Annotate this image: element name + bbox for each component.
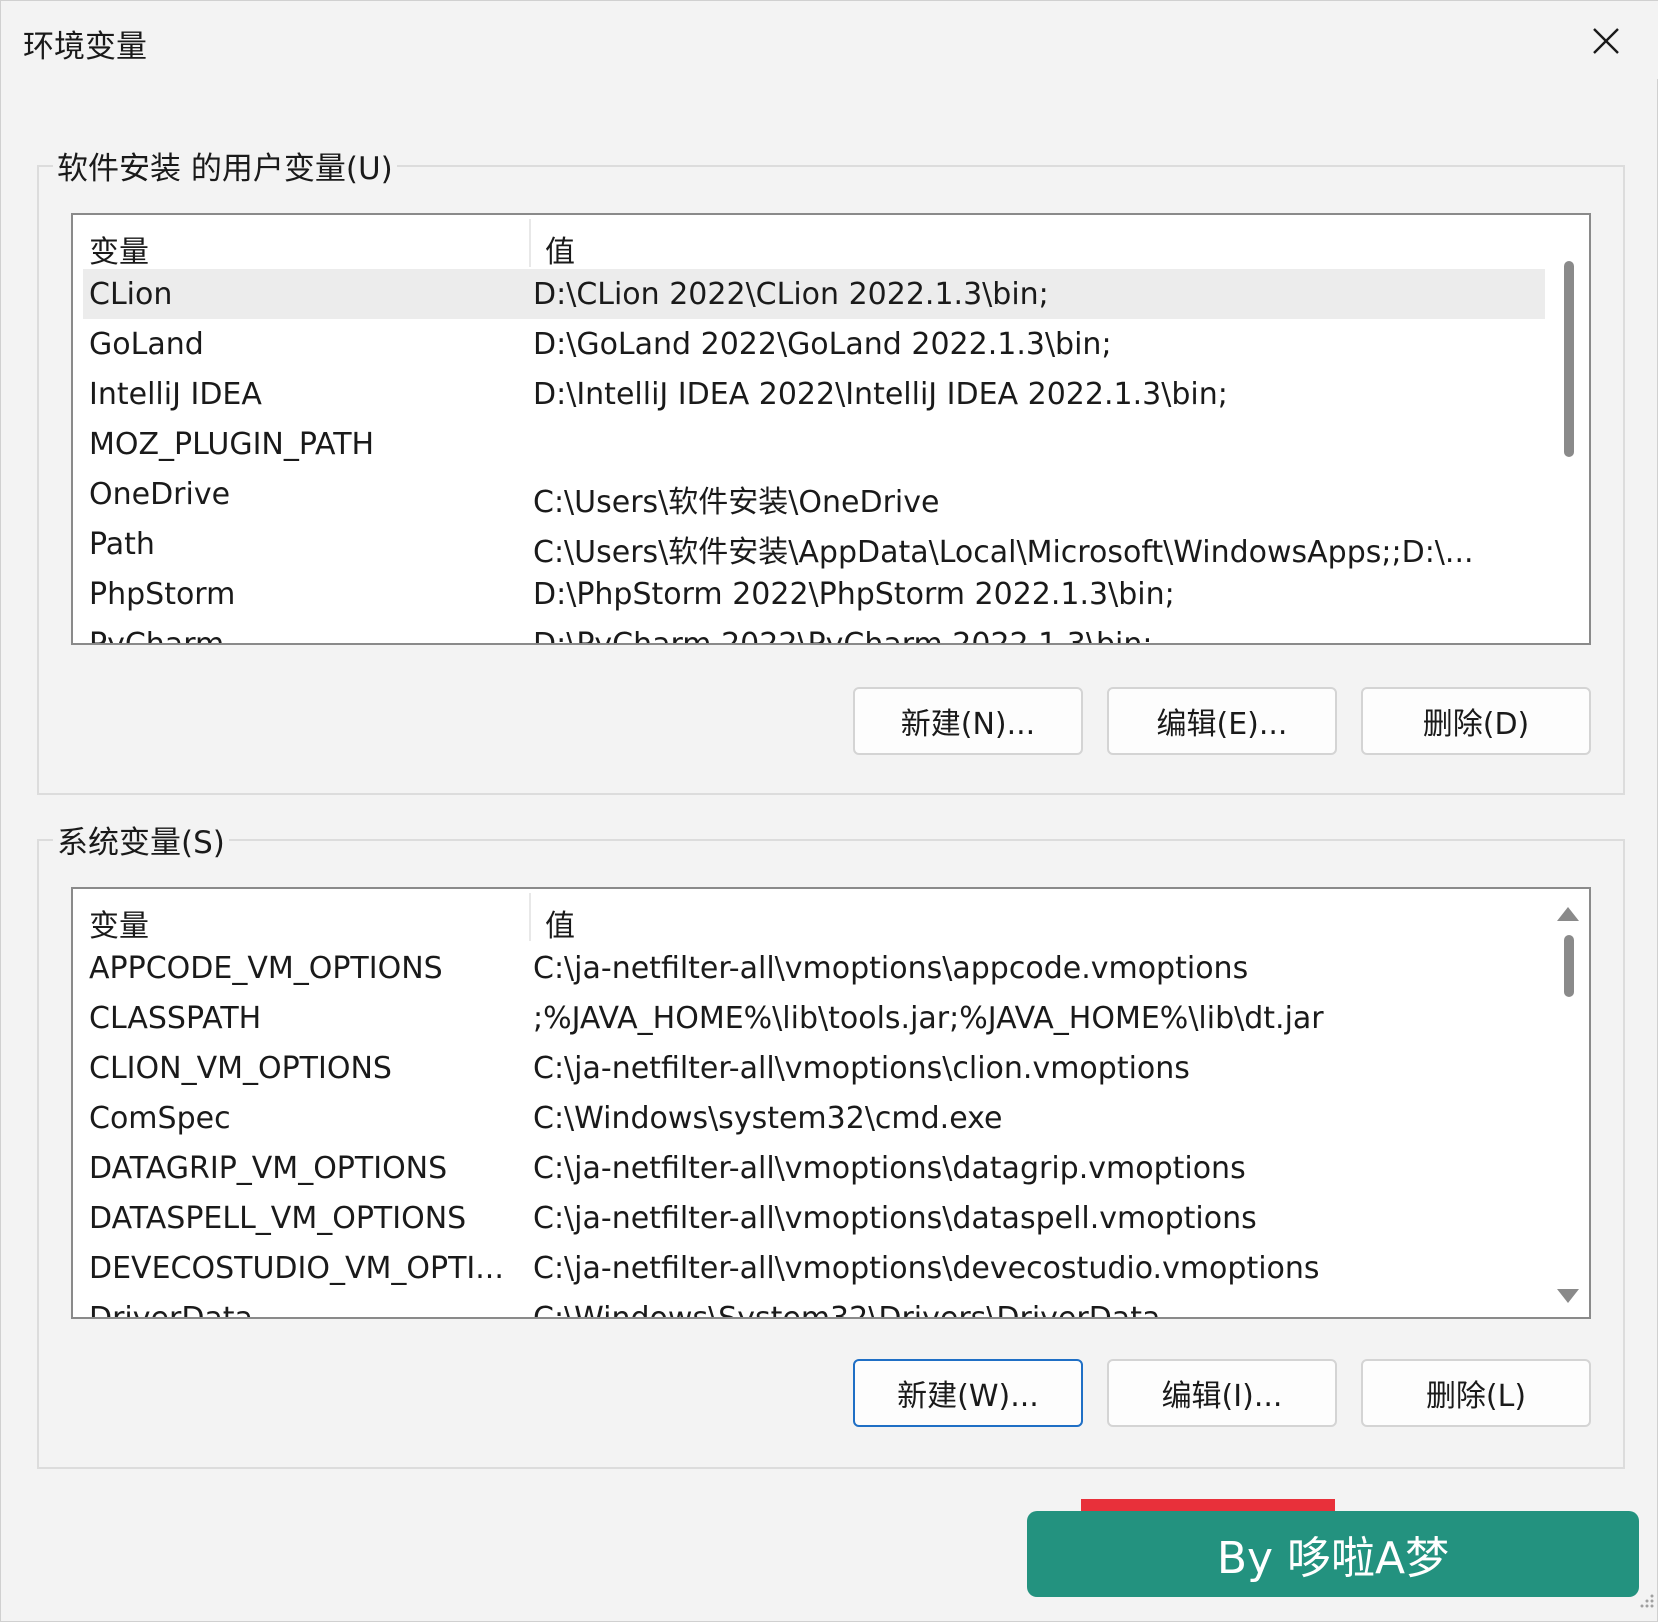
scrollbar-thumb[interactable]	[1564, 261, 1574, 457]
list-item[interactable]: PhpStorm D:\PhpStorm 2022\PhpStorm 2022.1…	[83, 569, 1545, 619]
resize-grip-icon[interactable]	[1637, 1591, 1655, 1609]
vertical-scrollbar[interactable]	[1543, 215, 1589, 643]
variable-value: C:\Users\软件安装\AppData\Local\Microsoft\Wi…	[533, 535, 1474, 570]
variable-value: C:\ja-netfilter-all\vmoptions\devecostud…	[533, 1251, 1320, 1286]
variable-value: C:\ja-netfilter-all\vmoptions\dataspell.…	[533, 1201, 1257, 1236]
list-item[interactable]: OneDrive C:\Users\软件安装\OneDrive	[83, 469, 1545, 520]
variable-value: C:\Windows\System32\Drivers\DriverData	[533, 1301, 1161, 1319]
variable-name: DriverData	[89, 1301, 253, 1319]
variable-name: DEVECOSTUDIO_VM_OPTI...	[89, 1251, 504, 1286]
variable-name: PyCharm	[89, 627, 225, 645]
variable-name: PhpStorm	[89, 577, 236, 612]
list-item[interactable]: Path C:\Users\软件安装\AppData\Local\Microsof…	[83, 519, 1545, 570]
list-item[interactable]: CLION_VM_OPTIONS C:\ja-netfilter-all\vmop…	[83, 1043, 1545, 1093]
column-header-value[interactable]: 值	[545, 227, 575, 271]
variable-value: D:\IntelliJ IDEA 2022\IntelliJ IDEA 2022…	[533, 377, 1228, 412]
list-item[interactable]: DATAGRIP_VM_OPTIONS C:\ja-netfilter-all\v…	[83, 1143, 1545, 1193]
variable-value: C:\Windows\system32\cmd.exe	[533, 1101, 1003, 1136]
scroll-down-arrow-icon[interactable]	[1557, 1289, 1579, 1303]
user-edit-button[interactable]: 编辑(E)...	[1107, 687, 1337, 755]
variable-name: OneDrive	[89, 477, 231, 512]
variable-name: APPCODE_VM_OPTIONS	[89, 951, 443, 986]
list-item[interactable]: DriverData C:\Windows\System32\Drivers\Dr…	[83, 1293, 1545, 1319]
list-item[interactable]: PyCharm D:\PyCharm 2022\PyCharm 2022.1.3\…	[83, 619, 1545, 645]
variable-name: CLION_VM_OPTIONS	[89, 1051, 392, 1086]
variable-name: ComSpec	[89, 1101, 231, 1136]
list-item[interactable]: IntelliJ IDEA D:\IntelliJ IDEA 2022\Intel…	[83, 369, 1545, 419]
environment-variables-dialog: 环境变量 软件安装 的用户变量(U) 变量 值 CLion D:\CLion 20…	[0, 0, 1658, 1622]
title-bar: 环境变量	[1, 1, 1658, 79]
variable-value: D:\PhpStorm 2022\PhpStorm 2022.1.3\bin;	[533, 577, 1175, 612]
list-item[interactable]: ComSpec C:\Windows\system32\cmd.exe	[83, 1093, 1545, 1143]
system-delete-button[interactable]: 删除(L)	[1361, 1359, 1591, 1427]
variable-value: D:\PyCharm 2022\PyCharm 2022.1.3\bin;	[533, 627, 1153, 645]
variable-name: GoLand	[89, 327, 204, 362]
user-new-button[interactable]: 新建(N)...	[853, 687, 1083, 755]
user-variables-legend: 软件安装 的用户变量(U)	[53, 143, 397, 188]
column-separator[interactable]	[529, 893, 531, 941]
vertical-scrollbar[interactable]	[1543, 889, 1589, 1317]
scrollbar-thumb[interactable]	[1564, 935, 1574, 997]
variable-value: C:\ja-netfilter-all\vmoptions\appcode.vm…	[533, 951, 1249, 986]
watermark-badge: By 哆啦A梦	[1027, 1511, 1639, 1597]
variable-name: DATAGRIP_VM_OPTIONS	[89, 1151, 448, 1186]
list-item[interactable]: DATASPELL_VM_OPTIONS C:\ja-netfilter-all\…	[83, 1193, 1545, 1243]
variable-name: MOZ_PLUGIN_PATH	[89, 427, 375, 462]
scroll-up-arrow-icon[interactable]	[1557, 907, 1579, 921]
system-variables-legend: 系统变量(S)	[53, 817, 229, 862]
user-variables-list[interactable]: 变量 值 CLion D:\CLion 2022\CLion 2022.1.3\b…	[71, 213, 1591, 645]
variable-name: DATASPELL_VM_OPTIONS	[89, 1201, 467, 1236]
variable-name: CLASSPATH	[89, 1001, 262, 1036]
list-header: 变量 值	[73, 215, 1545, 271]
system-new-button[interactable]: 新建(W)...	[853, 1359, 1083, 1427]
variable-name: Path	[89, 527, 155, 562]
list-item[interactable]: DEVECOSTUDIO_VM_OPTI... C:\ja-netfilter-a…	[83, 1243, 1545, 1293]
variable-value: ;%JAVA_HOME%\lib\tools.jar;%JAVA_HOME%\l…	[533, 1001, 1324, 1036]
column-separator[interactable]	[529, 219, 531, 267]
variable-value: D:\GoLand 2022\GoLand 2022.1.3\bin;	[533, 327, 1112, 362]
user-variables-group: 软件安装 的用户变量(U) 变量 值 CLion D:\CLion 2022\CL…	[37, 143, 1625, 795]
system-edit-button[interactable]: 编辑(I)...	[1107, 1359, 1337, 1427]
system-variables-list[interactable]: 变量 值 APPCODE_VM_OPTIONS C:\ja-netfilter-a…	[71, 887, 1591, 1319]
system-variables-group: 系统变量(S) 变量 值 APPCODE_VM_OPTIONS C:\ja-net…	[37, 817, 1625, 1469]
list-item[interactable]: CLASSPATH ;%JAVA_HOME%\lib\tools.jar;%JAV…	[83, 993, 1545, 1043]
column-header-name[interactable]: 变量	[89, 901, 149, 945]
variable-value: D:\CLion 2022\CLion 2022.1.3\bin;	[533, 277, 1049, 312]
close-icon	[1593, 28, 1619, 54]
list-item[interactable]: GoLand D:\GoLand 2022\GoLand 2022.1.3\bin…	[83, 319, 1545, 369]
variable-name: IntelliJ IDEA	[89, 377, 262, 412]
variable-value: C:\Users\软件安装\OneDrive	[533, 485, 940, 520]
list-item[interactable]: APPCODE_VM_OPTIONS C:\ja-netfilter-all\vm…	[83, 943, 1545, 993]
user-delete-button[interactable]: 删除(D)	[1361, 687, 1591, 755]
close-button[interactable]	[1571, 13, 1641, 69]
variable-value: C:\ja-netfilter-all\vmoptions\datagrip.v…	[533, 1151, 1246, 1186]
column-header-name[interactable]: 变量	[89, 227, 149, 271]
column-header-value[interactable]: 值	[545, 901, 575, 945]
dialog-title: 环境变量	[23, 29, 147, 65]
variable-value: C:\ja-netfilter-all\vmoptions\clion.vmop…	[533, 1051, 1190, 1086]
list-item[interactable]: MOZ_PLUGIN_PATH	[83, 419, 1545, 469]
list-item[interactable]: CLion D:\CLion 2022\CLion 2022.1.3\bin;	[83, 269, 1545, 319]
variable-name: CLion	[89, 277, 173, 312]
list-header: 变量 值	[73, 889, 1545, 945]
